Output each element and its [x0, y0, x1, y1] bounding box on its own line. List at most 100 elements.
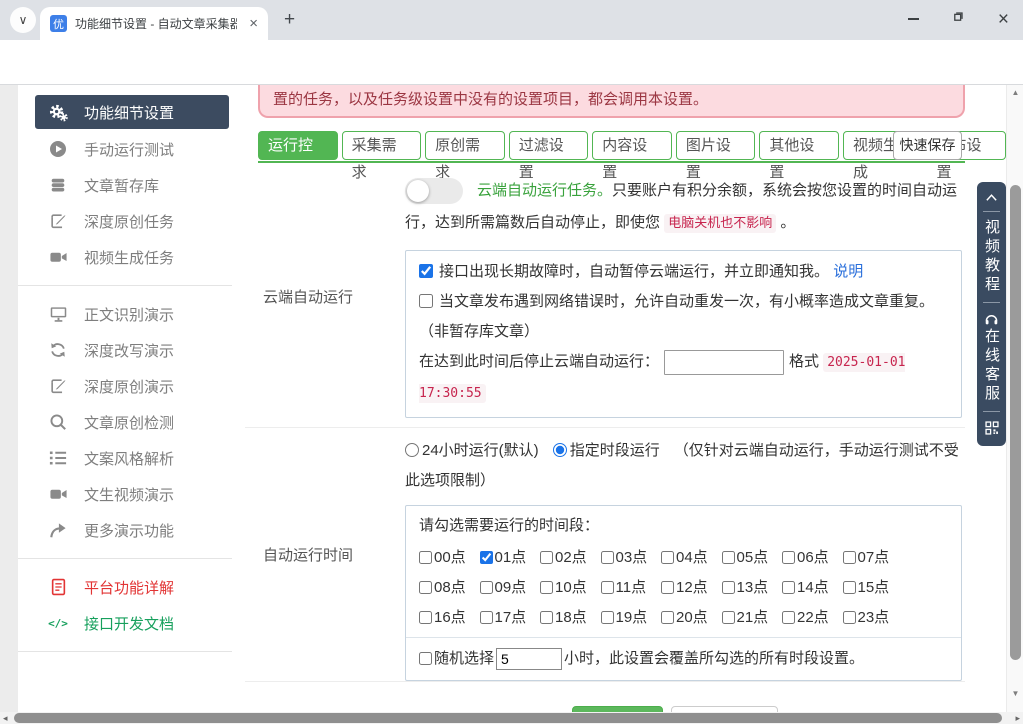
minimize-icon[interactable] [908, 18, 919, 20]
tab-close-icon[interactable]: × [249, 16, 258, 31]
hour-option[interactable]: 10点 [540, 576, 601, 597]
hour-option[interactable]: 23点 [843, 606, 904, 627]
hour-option[interactable]: 01点 [480, 546, 541, 567]
republish-checkbox[interactable] [419, 294, 433, 308]
quick-save-button[interactable]: 快速保存 [893, 131, 962, 160]
scroll-up-arrow-icon[interactable]: ▲ [1007, 88, 1023, 97]
hour-option[interactable]: 14点 [782, 576, 843, 597]
hour-checkbox[interactable] [480, 551, 493, 564]
hour-checkbox[interactable] [419, 581, 432, 594]
hour-checkbox[interactable] [782, 551, 795, 564]
hour-checkbox[interactable] [540, 551, 553, 564]
new-tab-button[interactable]: + [284, 9, 295, 31]
hour-option[interactable]: 22点 [782, 606, 843, 627]
hour-option[interactable]: 04点 [661, 546, 722, 567]
hour-option[interactable]: 07点 [843, 546, 904, 567]
hour-checkbox[interactable] [601, 611, 614, 624]
sidebar-item[interactable]: 深度原创演示 [18, 368, 232, 404]
hour-option[interactable]: 15点 [843, 576, 904, 597]
hour-checkbox[interactable] [782, 581, 795, 594]
hour-checkbox[interactable] [661, 551, 674, 564]
hour-checkbox[interactable] [419, 551, 432, 564]
settings-tab[interactable]: 内容设置 [592, 131, 672, 160]
hour-option[interactable]: 09点 [480, 576, 541, 597]
settings-tab[interactable]: 过滤设置 [509, 131, 589, 160]
hour-checkbox[interactable] [782, 611, 795, 624]
hour-option[interactable]: 00点 [419, 546, 480, 567]
hour-option[interactable]: 11点 [601, 576, 662, 597]
video-tutorial-link[interactable]: 视频教程 [984, 219, 999, 295]
hour-checkbox[interactable] [722, 581, 735, 594]
random-hours-input[interactable] [496, 648, 562, 670]
sidebar-item[interactable]: </>接口开发文档 [18, 605, 232, 641]
mode-24h-radio[interactable] [405, 443, 419, 457]
hour-checkbox[interactable] [540, 611, 553, 624]
hour-option[interactable]: 03点 [601, 546, 662, 567]
sidebar-item[interactable]: 深度原创任务 [18, 203, 232, 239]
settings-tab[interactable]: 采集需求 [342, 131, 422, 160]
settings-tab[interactable]: 其他设置 [759, 131, 839, 160]
sidebar-item[interactable]: 平台功能详解 [18, 569, 232, 605]
hour-option[interactable]: 17点 [480, 606, 541, 627]
vertical-scrollbar-thumb[interactable] [1010, 185, 1021, 660]
hour-option[interactable]: 06点 [782, 546, 843, 567]
scroll-right-arrow-icon[interactable]: ▸ [1015, 712, 1020, 724]
mode-period-radio[interactable] [553, 443, 567, 457]
random-hours-checkbox[interactable] [419, 652, 432, 665]
hour-option[interactable]: 20点 [661, 606, 722, 627]
chevron-up-icon[interactable] [985, 193, 998, 202]
hour-checkbox[interactable] [480, 581, 493, 594]
hour-checkbox[interactable] [601, 551, 614, 564]
mode-24h-option[interactable]: 24小时运行(默认) [405, 442, 539, 459]
hour-checkbox[interactable] [843, 581, 856, 594]
sidebar-item[interactable]: 文章原创检测 [18, 404, 232, 440]
settings-tab[interactable]: 运行控制 [258, 131, 338, 160]
hour-checkbox[interactable] [540, 581, 553, 594]
hour-checkbox[interactable] [843, 551, 856, 564]
hour-option[interactable]: 12点 [661, 576, 722, 597]
online-service-link[interactable]: 在线客服 [984, 328, 999, 404]
stop-time-input[interactable] [664, 350, 784, 375]
sidebar-item[interactable]: 更多演示功能 [18, 512, 232, 548]
sidebar-item[interactable]: 功能细节设置 [35, 95, 229, 129]
hour-option[interactable]: 05点 [722, 546, 783, 567]
hour-option[interactable]: 21点 [722, 606, 783, 627]
sidebar-item[interactable]: 文案风格解析 [18, 440, 232, 476]
hour-checkbox[interactable] [661, 611, 674, 624]
hour-option[interactable]: 13点 [722, 576, 783, 597]
settings-tab[interactable]: 原创需求 [425, 131, 505, 160]
cloud-auto-run-toggle[interactable] [405, 178, 463, 204]
horizontal-scrollbar[interactable]: ◂ ▸ [0, 712, 1023, 724]
explain-link[interactable]: 说明 [833, 263, 863, 280]
sidebar-item[interactable]: 文章暂存库 [18, 167, 232, 203]
hour-option[interactable]: 02点 [540, 546, 601, 567]
headset-icon[interactable] [984, 312, 999, 326]
hour-option[interactable]: 16点 [419, 606, 480, 627]
sidebar-item[interactable]: 手动运行测试 [18, 131, 232, 167]
scroll-left-arrow-icon[interactable]: ◂ [3, 712, 8, 724]
fault-pause-checkbox[interactable] [419, 264, 433, 278]
scroll-down-arrow-icon[interactable]: ▼ [1007, 689, 1023, 698]
hour-checkbox[interactable] [419, 611, 432, 624]
browser-tab[interactable]: 优 功能细节设置 - 自动文章采集器 × [40, 7, 268, 40]
hour-checkbox[interactable] [843, 611, 856, 624]
hour-checkbox[interactable] [480, 611, 493, 624]
mode-period-option[interactable]: 指定时段运行 [553, 442, 660, 459]
hour-option[interactable]: 08点 [419, 576, 480, 597]
sidebar-item[interactable]: 深度改写演示 [18, 332, 232, 368]
tab-search-chevron-icon[interactable]: ∨ [10, 7, 36, 33]
restore-icon[interactable] [952, 10, 965, 28]
sidebar-item[interactable]: 正文识别演示 [18, 296, 232, 332]
hour-checkbox[interactable] [722, 551, 735, 564]
hour-checkbox[interactable] [601, 581, 614, 594]
settings-tab[interactable]: 图片设置 [676, 131, 756, 160]
horizontal-scrollbar-thumb[interactable] [14, 713, 1002, 723]
vertical-scrollbar[interactable]: ▲ ▼ [1006, 85, 1023, 712]
sidebar-item[interactable]: 视频生成任务 [18, 239, 232, 275]
hour-checkbox[interactable] [722, 611, 735, 624]
qrcode-icon[interactable] [985, 421, 999, 435]
hour-option[interactable]: 18点 [540, 606, 601, 627]
close-window-icon[interactable]: × [998, 10, 1009, 29]
hour-checkbox[interactable] [661, 581, 674, 594]
hour-option[interactable]: 19点 [601, 606, 662, 627]
